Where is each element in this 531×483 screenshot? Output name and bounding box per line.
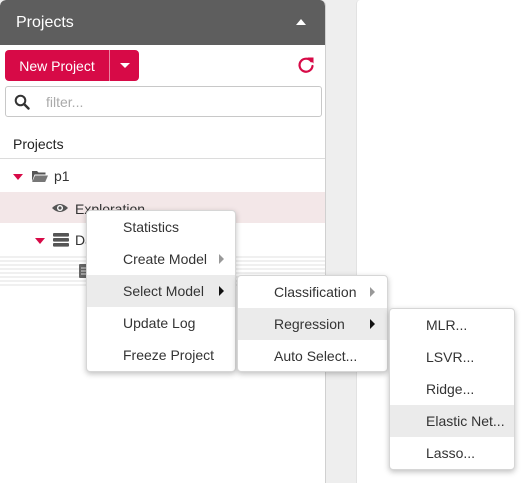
sidebar-title: Projects xyxy=(16,13,74,31)
menu-item-create-model[interactable]: Create Model xyxy=(87,243,235,275)
menu-item-statistics[interactable]: Statistics xyxy=(87,211,235,243)
menu-item-label: MLR... xyxy=(426,317,468,333)
new-project-button[interactable]: New Project xyxy=(5,50,110,81)
menu-item-label: Select Model xyxy=(123,283,204,299)
menu-item-mlr[interactable]: MLR... xyxy=(390,309,514,341)
collapse-icon[interactable] xyxy=(296,19,306,25)
filter-box xyxy=(5,86,322,117)
menu-item-label: Ridge... xyxy=(426,381,475,397)
tree-title: Projects xyxy=(0,130,325,159)
menu-item-label: Update Log xyxy=(123,315,196,331)
menu-item-label: Lasso... xyxy=(426,445,476,461)
menu-item-freeze-project[interactable]: Freeze Project xyxy=(87,339,235,371)
database-icon xyxy=(53,233,69,247)
project-context-menu: Statistics Create Model Select Model Upd… xyxy=(86,210,236,372)
menu-item-label: Create Model xyxy=(123,251,208,267)
folder-open-icon xyxy=(32,171,48,182)
expand-triangle-icon[interactable] xyxy=(35,238,45,244)
menu-item-auto-select[interactable]: Auto Select... xyxy=(238,340,387,372)
tree-item-project[interactable]: p1 xyxy=(0,160,325,191)
eye-icon xyxy=(52,204,68,212)
submenu-arrow-icon xyxy=(219,286,224,296)
menu-item-label: Regression xyxy=(274,316,345,332)
menu-item-update-log[interactable]: Update Log xyxy=(87,307,235,339)
menu-item-classification[interactable]: Classification xyxy=(238,276,387,308)
menu-item-label: Freeze Project xyxy=(123,347,215,363)
menu-item-ridge[interactable]: Ridge... xyxy=(390,373,514,405)
submenu-arrow-icon xyxy=(370,287,375,297)
menu-item-label: Elastic Net... xyxy=(426,413,505,429)
select-model-submenu: Classification Regression Auto Select... xyxy=(237,275,388,372)
menu-item-regression[interactable]: Regression xyxy=(238,308,387,340)
new-project-dropdown-button[interactable] xyxy=(110,50,139,81)
new-project-split-button: New Project xyxy=(5,50,139,81)
menu-item-lsvr[interactable]: LSVR... xyxy=(390,341,514,373)
sidebar-header: Projects xyxy=(0,0,325,45)
menu-item-select-model[interactable]: Select Model xyxy=(87,275,235,307)
menu-item-label: LSVR... xyxy=(426,349,475,365)
search-icon xyxy=(14,94,30,110)
expand-triangle-icon[interactable] xyxy=(13,174,23,180)
menu-item-label: Auto Select... xyxy=(274,348,358,364)
regression-submenu: MLR... LSVR... Ridge... Elastic Net... L… xyxy=(389,308,515,470)
menu-item-label: Classification xyxy=(274,284,357,300)
menu-item-elastic-net[interactable]: Elastic Net... xyxy=(390,405,514,437)
submenu-arrow-icon xyxy=(370,319,375,329)
menu-item-lasso[interactable]: Lasso... xyxy=(390,437,514,469)
new-project-label: New Project xyxy=(19,57,95,74)
filter-input[interactable] xyxy=(46,91,306,113)
caret-down-icon xyxy=(119,63,130,68)
tree-item-label: p1 xyxy=(54,168,70,184)
menu-item-label: Statistics xyxy=(123,219,180,235)
refresh-icon[interactable] xyxy=(297,56,315,74)
submenu-arrow-icon xyxy=(219,254,224,264)
